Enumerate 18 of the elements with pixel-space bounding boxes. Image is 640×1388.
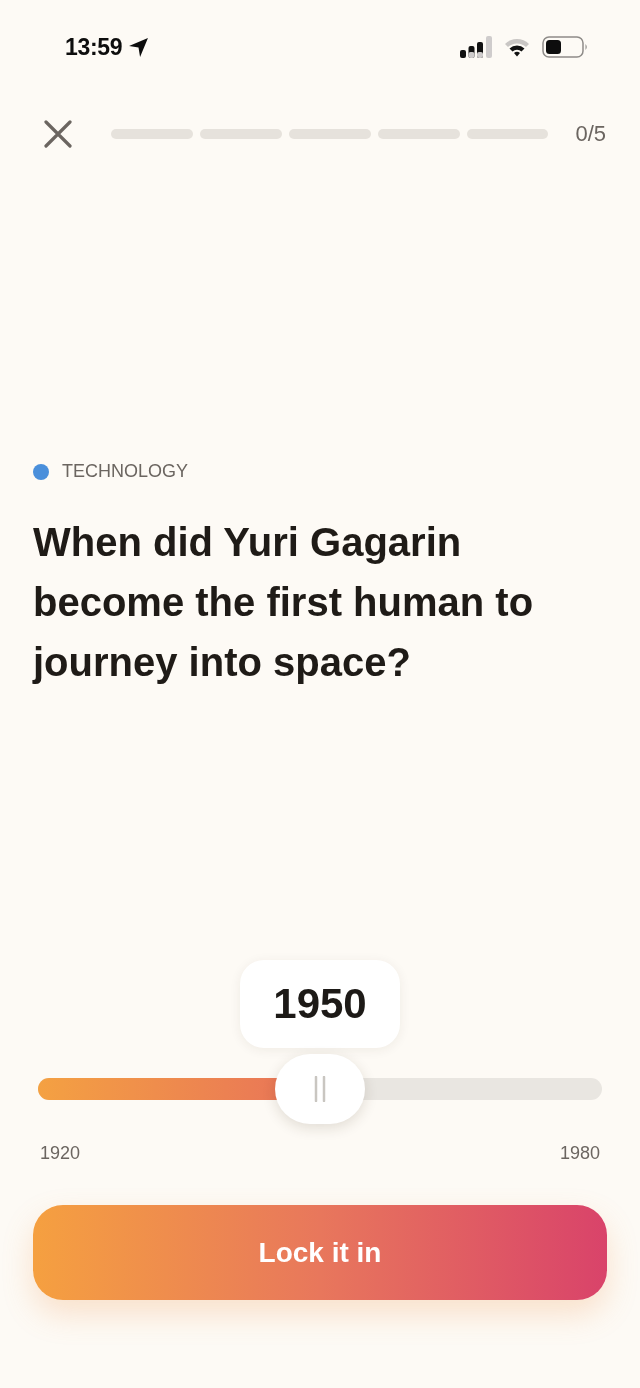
close-button[interactable] [44, 120, 72, 148]
status-time: 13:59 [65, 33, 123, 61]
category-label: TECHNOLOGY [62, 461, 189, 482]
category-dot-icon [33, 463, 49, 480]
value-bubble: 1950 [240, 960, 400, 1048]
question-text: When did Yuri Gagarin become the first human to journey into space? [31, 519, 535, 686]
grip-icon [314, 1076, 326, 1102]
max-year-label: 1980 [559, 1142, 600, 1164]
slider-track[interactable] [38, 1054, 602, 1124]
location-arrow-icon [128, 36, 150, 58]
progress-count: 0/5 [575, 121, 606, 147]
min-year-label: 1920 [40, 1142, 81, 1164]
battery-icon [542, 36, 588, 58]
wifi-icon [504, 37, 530, 57]
signal-icon [460, 36, 492, 58]
lock-in-button[interactable]: Lock it in [33, 1205, 607, 1300]
close-icon [44, 120, 72, 148]
slider-thumb[interactable] [275, 1054, 365, 1124]
